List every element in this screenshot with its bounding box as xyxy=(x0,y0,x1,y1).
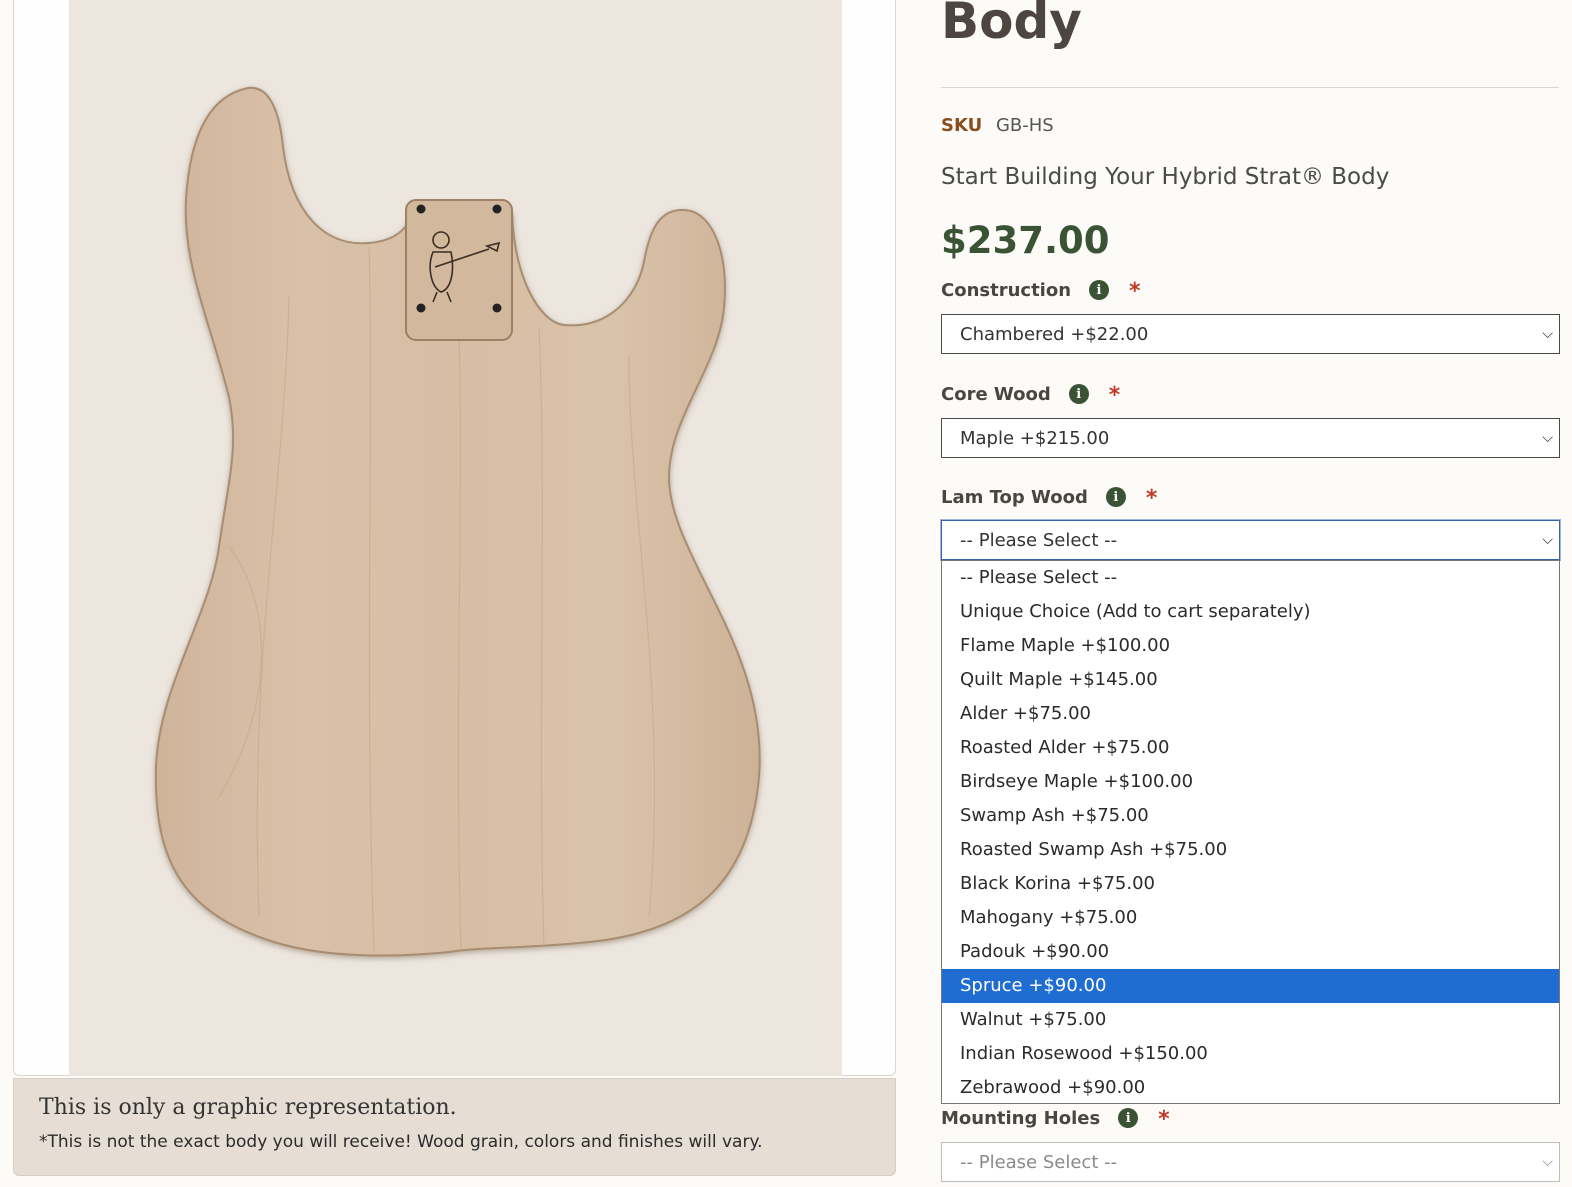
info-icon[interactable]: i xyxy=(1068,384,1089,404)
dropdown-option[interactable]: Mahogany +$75.00 xyxy=(942,901,1559,935)
construction-label: Construction i * xyxy=(941,279,1141,304)
mounting-holes-label: Mounting Holes i * xyxy=(941,1107,1170,1132)
sku-label: SKU xyxy=(941,115,983,136)
product-subtitle: Start Building Your Hybrid Strat® Body xyxy=(941,164,1390,190)
dropdown-option[interactable]: Black Korina +$75.00 xyxy=(942,867,1559,901)
sku-value: GB-HS xyxy=(995,115,1054,136)
mounting-holes-label-text: Mounting Holes xyxy=(941,1107,1101,1129)
info-icon[interactable]: i xyxy=(1089,280,1110,300)
dropdown-option[interactable]: Swamp Ash +$75.00 xyxy=(942,799,1559,833)
construction-select[interactable]: Chambered +$22.00 ⌵ xyxy=(941,314,1560,354)
core-wood-label-text: Core Wood xyxy=(941,383,1051,405)
construction-select-value: Chambered +$22.00 xyxy=(960,323,1149,345)
dropdown-option[interactable]: Indian Rosewood +$150.00 xyxy=(942,1037,1559,1071)
lam-top-wood-label-text: Lam Top Wood xyxy=(941,486,1088,508)
lam-top-wood-select-value: -- Please Select -- xyxy=(960,529,1118,551)
required-marker: * xyxy=(1158,1107,1170,1132)
product-image-card xyxy=(13,0,896,1076)
chevron-down-icon: ⌵ xyxy=(1542,532,1553,548)
chevron-down-icon: ⌵ xyxy=(1542,1154,1553,1170)
image-caption: This is only a graphic representation. *… xyxy=(13,1078,896,1176)
info-icon[interactable]: i xyxy=(1105,487,1126,507)
product-image xyxy=(69,0,842,1076)
required-marker: * xyxy=(1108,383,1121,408)
dropdown-option[interactable]: Alder +$75.00 xyxy=(942,697,1559,731)
product-price: $237.00 xyxy=(941,219,1110,262)
guitar-body-graphic xyxy=(154,86,761,957)
core-wood-select-value: Maple +$215.00 xyxy=(960,427,1110,449)
caption-title: This is only a graphic representation. xyxy=(39,1095,457,1120)
dropdown-option[interactable]: Quilt Maple +$145.00 xyxy=(942,663,1559,697)
dropdown-option[interactable]: Unique Choice (Add to cart separately) xyxy=(942,595,1559,629)
construction-label-text: Construction xyxy=(941,279,1072,301)
dropdown-option[interactable]: Spruce +$90.00 xyxy=(942,969,1559,1003)
lam-top-wood-label: Lam Top Wood i * xyxy=(941,486,1158,511)
dropdown-option[interactable]: Roasted Alder +$75.00 xyxy=(942,731,1559,765)
mounting-holes-select[interactable]: -- Please Select -- ⌵ xyxy=(941,1142,1560,1182)
info-icon[interactable]: i xyxy=(1118,1108,1139,1128)
dropdown-option[interactable]: Roasted Swamp Ash +$75.00 xyxy=(942,833,1559,867)
dropdown-option[interactable]: Zebrawood +$90.00 xyxy=(942,1071,1559,1103)
dropdown-option[interactable]: Walnut +$75.00 xyxy=(942,1003,1559,1037)
caption-note: *This is not the exact body you will rec… xyxy=(39,1132,763,1152)
chevron-down-icon: ⌵ xyxy=(1542,326,1553,342)
mounting-holes-select-value: -- Please Select -- xyxy=(960,1151,1118,1173)
page-title: Body xyxy=(941,0,1082,50)
chevron-down-icon: ⌵ xyxy=(1542,430,1553,446)
dropdown-option[interactable]: Flame Maple +$100.00 xyxy=(942,629,1559,663)
sku-row: SKU GB-HS xyxy=(941,115,1054,136)
required-marker: * xyxy=(1145,486,1158,511)
lam-top-wood-select[interactable]: -- Please Select -- ⌵ xyxy=(941,520,1560,560)
lam-top-wood-dropdown[interactable]: -- Please Select -- Unique Choice (Add to… xyxy=(941,560,1560,1104)
dropdown-option[interactable]: Birdseye Maple +$100.00 xyxy=(942,765,1559,799)
dropdown-option[interactable]: Padouk +$90.00 xyxy=(942,935,1559,969)
required-marker: * xyxy=(1129,279,1141,304)
dropdown-option[interactable]: -- Please Select -- xyxy=(942,561,1559,595)
core-wood-select[interactable]: Maple +$215.00 ⌵ xyxy=(941,418,1560,458)
core-wood-label: Core Wood i * xyxy=(941,383,1121,408)
title-divider xyxy=(941,87,1559,88)
